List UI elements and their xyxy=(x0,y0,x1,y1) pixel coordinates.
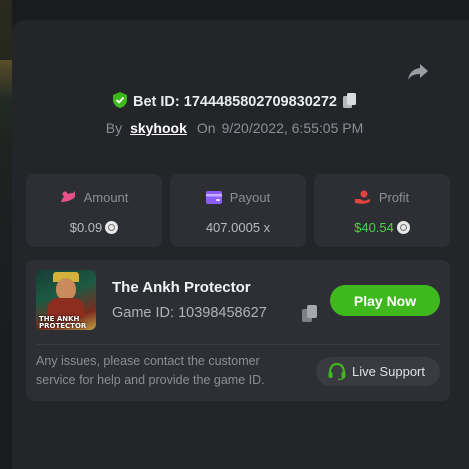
on-label: On xyxy=(196,120,216,136)
background-strip xyxy=(0,0,12,469)
bet-id-line: Bet ID: 1744485802709830272 xyxy=(0,92,469,110)
bet-id-value: 1744485802709830272 xyxy=(183,94,337,110)
payout-value: 407.0005 x xyxy=(205,220,271,235)
copy-icon[interactable] xyxy=(343,93,356,108)
profit-card: Profit $40.54 xyxy=(314,174,450,247)
support-info-line2: service for help and provide the game ID… xyxy=(36,373,265,387)
amount-card: Amount $0.09 xyxy=(26,174,162,247)
live-support-label: Live Support xyxy=(352,364,425,379)
amount-label-row: Amount xyxy=(26,190,162,205)
amount-label: Amount xyxy=(83,190,129,205)
profit-label: Profit xyxy=(378,190,410,205)
game-card: THE ANKH PROTECTOR The Ankh Protector Ga… xyxy=(26,260,450,401)
profit-value-row: $40.54 xyxy=(314,220,450,235)
bet-meta-line: By skyhook On 9/20/2022, 6:55:05 PM xyxy=(0,120,469,136)
game-thumbnail[interactable]: THE ANKH PROTECTOR xyxy=(36,270,96,330)
headset-icon xyxy=(328,363,346,380)
support-info-text: Any issues, please contact the customer … xyxy=(36,352,296,390)
payout-label-row: Payout xyxy=(170,190,306,205)
share-icon[interactable] xyxy=(406,62,430,82)
profit-label-row: Profit xyxy=(314,190,450,205)
game-title: The Ankh Protector xyxy=(112,279,251,296)
coin-icon xyxy=(396,221,410,234)
play-now-button[interactable]: Play Now xyxy=(330,285,440,316)
bet-datetime: 9/20/2022, 6:55:05 PM xyxy=(221,120,364,136)
amount-value: $0.09 xyxy=(69,220,103,235)
divider xyxy=(36,344,440,345)
payout-card: Payout 407.0005 x xyxy=(170,174,306,247)
payout-label: Payout xyxy=(229,190,271,205)
game-id: Game ID: 10398458627 xyxy=(112,305,267,321)
amount-icon xyxy=(60,191,75,202)
thumbnail-figure-head xyxy=(56,278,76,300)
support-info-line1: Any issues, please contact the customer xyxy=(36,354,260,368)
amount-value-row: $0.09 xyxy=(26,220,162,235)
live-support-button[interactable]: Live Support xyxy=(316,357,440,386)
wallet-icon xyxy=(205,191,222,204)
by-label: By xyxy=(105,120,123,136)
username-link[interactable]: skyhook xyxy=(130,120,187,136)
copy-icon[interactable] xyxy=(302,305,317,322)
verified-shield-icon xyxy=(113,92,127,108)
profit-value: $40.54 xyxy=(354,220,394,235)
coin-icon xyxy=(105,221,119,234)
profit-hand-icon xyxy=(354,190,370,204)
thumbnail-title-line2: PROTECTOR xyxy=(39,322,87,330)
bet-id-label: Bet ID: xyxy=(133,94,180,110)
